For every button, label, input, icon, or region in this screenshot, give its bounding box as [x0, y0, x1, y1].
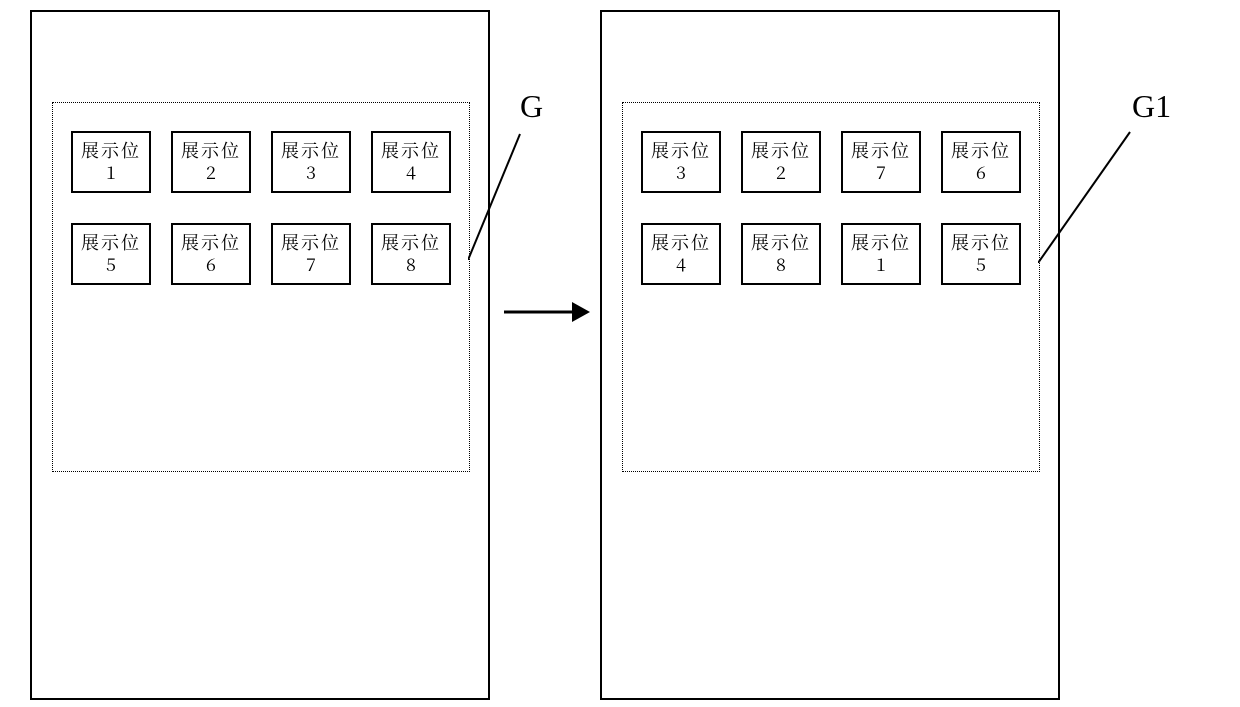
slot-left-1: 展示位1: [71, 131, 151, 193]
slot-number: 7: [306, 254, 316, 276]
slot-right-1: 展示位3: [641, 131, 721, 193]
right-inner-region: 展示位3 展示位2 展示位7 展示位6 展示位4 展示位8 展示位1 展示位5: [622, 102, 1040, 472]
transform-arrow-icon: [500, 292, 590, 332]
diagram-canvas: 展示位1 展示位2 展示位3 展示位4 展示位5 展示位6 展示位7 展示位8 …: [0, 0, 1240, 707]
right-region-label: G1: [1132, 88, 1171, 125]
slot-left-7: 展示位7: [271, 223, 351, 285]
left-leader-line: [468, 130, 528, 260]
slot-left-3: 展示位3: [271, 131, 351, 193]
right-slot-grid: 展示位3 展示位2 展示位7 展示位6 展示位4 展示位8 展示位1 展示位5: [623, 103, 1039, 313]
slot-left-4: 展示位4: [371, 131, 451, 193]
slot-number: 5: [106, 254, 116, 276]
slot-left-2: 展示位2: [171, 131, 251, 193]
slot-number: 8: [776, 254, 786, 276]
slot-number: 1: [876, 254, 886, 276]
slot-right-5: 展示位4: [641, 223, 721, 285]
slot-number: 3: [676, 162, 686, 184]
slot-number: 3: [306, 162, 316, 184]
slot-number: 2: [206, 162, 216, 184]
slot-right-8: 展示位5: [941, 223, 1021, 285]
slot-right-3: 展示位7: [841, 131, 921, 193]
slot-number: 4: [406, 162, 416, 184]
slot-right-7: 展示位1: [841, 223, 921, 285]
slot-right-4: 展示位6: [941, 131, 1021, 193]
slot-number: 8: [406, 254, 416, 276]
slot-right-6: 展示位8: [741, 223, 821, 285]
slot-left-6: 展示位6: [171, 223, 251, 285]
left-device-frame: 展示位1 展示位2 展示位3 展示位4 展示位5 展示位6 展示位7 展示位8: [30, 10, 490, 700]
slot-number: 6: [976, 162, 986, 184]
slot-number: 5: [976, 254, 986, 276]
slot-number: 6: [206, 254, 216, 276]
slot-left-8: 展示位8: [371, 223, 451, 285]
slot-number: 4: [676, 254, 686, 276]
left-slot-grid: 展示位1 展示位2 展示位3 展示位4 展示位5 展示位6 展示位7 展示位8: [53, 103, 469, 313]
right-device-frame: 展示位3 展示位2 展示位7 展示位6 展示位4 展示位8 展示位1 展示位5: [600, 10, 1060, 700]
slot-right-2: 展示位2: [741, 131, 821, 193]
right-leader-line: [1038, 128, 1138, 263]
slot-left-5: 展示位5: [71, 223, 151, 285]
slot-number: 7: [876, 162, 886, 184]
slot-number: 2: [776, 162, 786, 184]
left-region-label: G: [520, 88, 543, 125]
left-inner-region: 展示位1 展示位2 展示位3 展示位4 展示位5 展示位6 展示位7 展示位8: [52, 102, 470, 472]
slot-number: 1: [106, 162, 116, 184]
